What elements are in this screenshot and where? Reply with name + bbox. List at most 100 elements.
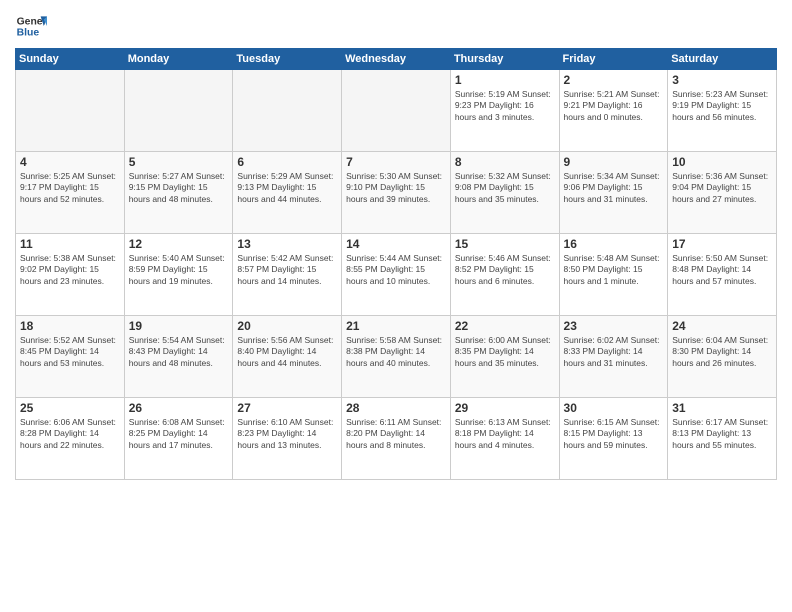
day-number: 19 bbox=[129, 319, 229, 333]
day-number: 24 bbox=[672, 319, 772, 333]
calendar-cell: 11 Sunrise: 5:38 AM Sunset: 9:02 PM Dayli… bbox=[16, 234, 125, 316]
calendar-cell bbox=[124, 70, 233, 152]
calendar-cell: 31 Sunrise: 6:17 AM Sunset: 8:13 PM Dayli… bbox=[668, 398, 777, 480]
day-info: Sunrise: 5:38 AM Sunset: 9:02 PM Dayligh… bbox=[20, 253, 120, 287]
weekday-header-thursday: Thursday bbox=[450, 49, 559, 70]
day-info: Sunrise: 5:54 AM Sunset: 8:43 PM Dayligh… bbox=[129, 335, 229, 369]
day-number: 22 bbox=[455, 319, 555, 333]
day-number: 23 bbox=[564, 319, 664, 333]
day-number: 11 bbox=[20, 237, 120, 251]
calendar-cell: 14Sunrise: 5:44 AM Sunset: 8:55 PM Dayli… bbox=[342, 234, 451, 316]
week-row-5: 25Sunrise: 6:06 AM Sunset: 8:28 PM Dayli… bbox=[16, 398, 777, 480]
weekday-header-saturday: Saturday bbox=[668, 49, 777, 70]
day-info: Sunrise: 6:11 AM Sunset: 8:20 PM Dayligh… bbox=[346, 417, 446, 451]
header: General Blue bbox=[15, 10, 777, 42]
calendar-cell: 19 Sunrise: 5:54 AM Sunset: 8:43 PM Dayli… bbox=[124, 316, 233, 398]
week-row-1: 1Sunrise: 5:19 AM Sunset: 9:23 PM Daylig… bbox=[16, 70, 777, 152]
day-number: 9 bbox=[564, 155, 664, 169]
day-info: Sunrise: 5:58 AM Sunset: 8:38 PM Dayligh… bbox=[346, 335, 446, 369]
day-number: 28 bbox=[346, 401, 446, 415]
day-number: 13 bbox=[237, 237, 337, 251]
weekday-header-wednesday: Wednesday bbox=[342, 49, 451, 70]
day-number: 2 bbox=[564, 73, 664, 87]
logo: General Blue bbox=[15, 10, 47, 42]
day-number: 29 bbox=[455, 401, 555, 415]
calendar-cell: 16Sunrise: 5:48 AM Sunset: 8:50 PM Dayli… bbox=[559, 234, 668, 316]
day-number: 21 bbox=[346, 319, 446, 333]
calendar-cell: 27 Sunrise: 6:10 AM Sunset: 8:23 PM Dayli… bbox=[233, 398, 342, 480]
day-info: Sunrise: 6:04 AM Sunset: 8:30 PM Dayligh… bbox=[672, 335, 772, 369]
day-info: Sunrise: 5:36 AM Sunset: 9:04 PM Dayligh… bbox=[672, 171, 772, 205]
day-info: Sunrise: 5:19 AM Sunset: 9:23 PM Dayligh… bbox=[455, 89, 555, 123]
day-number: 7 bbox=[346, 155, 446, 169]
day-info: Sunrise: 5:40 AM Sunset: 8:59 PM Dayligh… bbox=[129, 253, 229, 287]
day-info: Sunrise: 5:30 AM Sunset: 9:10 PM Dayligh… bbox=[346, 171, 446, 205]
day-info: Sunrise: 6:13 AM Sunset: 8:18 PM Dayligh… bbox=[455, 417, 555, 451]
weekday-header-sunday: Sunday bbox=[16, 49, 125, 70]
day-number: 5 bbox=[129, 155, 229, 169]
day-number: 14 bbox=[346, 237, 446, 251]
calendar-cell: 15Sunrise: 5:46 AM Sunset: 8:52 PM Dayli… bbox=[450, 234, 559, 316]
day-number: 30 bbox=[564, 401, 664, 415]
day-number: 17 bbox=[672, 237, 772, 251]
calendar-cell: 23Sunrise: 6:02 AM Sunset: 8:33 PM Dayli… bbox=[559, 316, 668, 398]
calendar-cell: 28 Sunrise: 6:11 AM Sunset: 8:20 PM Dayli… bbox=[342, 398, 451, 480]
day-info: Sunrise: 6:10 AM Sunset: 8:23 PM Dayligh… bbox=[237, 417, 337, 451]
week-row-4: 18 Sunrise: 5:52 AM Sunset: 8:45 PM Dayli… bbox=[16, 316, 777, 398]
day-info: Sunrise: 5:48 AM Sunset: 8:50 PM Dayligh… bbox=[564, 253, 664, 287]
day-info: Sunrise: 6:00 AM Sunset: 8:35 PM Dayligh… bbox=[455, 335, 555, 369]
weekday-header-row: SundayMondayTuesdayWednesdayThursdayFrid… bbox=[16, 49, 777, 70]
day-info: Sunrise: 5:21 AM Sunset: 9:21 PM Dayligh… bbox=[564, 89, 664, 123]
day-info: Sunrise: 6:06 AM Sunset: 8:28 PM Dayligh… bbox=[20, 417, 120, 451]
week-row-2: 4 Sunrise: 5:25 AM Sunset: 9:17 PM Daylig… bbox=[16, 152, 777, 234]
calendar-cell bbox=[342, 70, 451, 152]
day-info: Sunrise: 6:08 AM Sunset: 8:25 PM Dayligh… bbox=[129, 417, 229, 451]
day-number: 3 bbox=[672, 73, 772, 87]
logo-icon: General Blue bbox=[15, 10, 47, 42]
calendar-cell: 17Sunrise: 5:50 AM Sunset: 8:48 PM Dayli… bbox=[668, 234, 777, 316]
calendar-cell: 13 Sunrise: 5:42 AM Sunset: 8:57 PM Dayli… bbox=[233, 234, 342, 316]
calendar-cell: 30 Sunrise: 6:15 AM Sunset: 8:15 PM Dayli… bbox=[559, 398, 668, 480]
calendar: SundayMondayTuesdayWednesdayThursdayFrid… bbox=[15, 48, 777, 480]
calendar-cell: 7 Sunrise: 5:30 AM Sunset: 9:10 PM Daylig… bbox=[342, 152, 451, 234]
weekday-header-monday: Monday bbox=[124, 49, 233, 70]
day-number: 8 bbox=[455, 155, 555, 169]
calendar-cell bbox=[16, 70, 125, 152]
calendar-cell: 29 Sunrise: 6:13 AM Sunset: 8:18 PM Dayli… bbox=[450, 398, 559, 480]
calendar-cell: 6 Sunrise: 5:29 AM Sunset: 9:13 PM Daylig… bbox=[233, 152, 342, 234]
calendar-cell: 21 Sunrise: 5:58 AM Sunset: 8:38 PM Dayli… bbox=[342, 316, 451, 398]
day-number: 15 bbox=[455, 237, 555, 251]
day-number: 10 bbox=[672, 155, 772, 169]
calendar-cell: 26Sunrise: 6:08 AM Sunset: 8:25 PM Dayli… bbox=[124, 398, 233, 480]
day-info: Sunrise: 6:17 AM Sunset: 8:13 PM Dayligh… bbox=[672, 417, 772, 451]
calendar-cell: 1Sunrise: 5:19 AM Sunset: 9:23 PM Daylig… bbox=[450, 70, 559, 152]
calendar-cell: 3 Sunrise: 5:23 AM Sunset: 9:19 PM Daylig… bbox=[668, 70, 777, 152]
day-number: 4 bbox=[20, 155, 120, 169]
calendar-cell: 12Sunrise: 5:40 AM Sunset: 8:59 PM Dayli… bbox=[124, 234, 233, 316]
day-number: 18 bbox=[20, 319, 120, 333]
day-info: Sunrise: 5:29 AM Sunset: 9:13 PM Dayligh… bbox=[237, 171, 337, 205]
day-info: Sunrise: 5:42 AM Sunset: 8:57 PM Dayligh… bbox=[237, 253, 337, 287]
day-number: 20 bbox=[237, 319, 337, 333]
weekday-header-tuesday: Tuesday bbox=[233, 49, 342, 70]
day-info: Sunrise: 5:56 AM Sunset: 8:40 PM Dayligh… bbox=[237, 335, 337, 369]
day-info: Sunrise: 5:23 AM Sunset: 9:19 PM Dayligh… bbox=[672, 89, 772, 123]
calendar-cell: 5 Sunrise: 5:27 AM Sunset: 9:15 PM Daylig… bbox=[124, 152, 233, 234]
calendar-cell: 20 Sunrise: 5:56 AM Sunset: 8:40 PM Dayli… bbox=[233, 316, 342, 398]
day-info: Sunrise: 5:25 AM Sunset: 9:17 PM Dayligh… bbox=[20, 171, 120, 205]
svg-text:Blue: Blue bbox=[17, 28, 40, 39]
calendar-cell: 25Sunrise: 6:06 AM Sunset: 8:28 PM Dayli… bbox=[16, 398, 125, 480]
calendar-cell: 8 Sunrise: 5:32 AM Sunset: 9:08 PM Daylig… bbox=[450, 152, 559, 234]
calendar-cell: 4 Sunrise: 5:25 AM Sunset: 9:17 PM Daylig… bbox=[16, 152, 125, 234]
day-number: 27 bbox=[237, 401, 337, 415]
day-info: Sunrise: 5:52 AM Sunset: 8:45 PM Dayligh… bbox=[20, 335, 120, 369]
day-info: Sunrise: 5:32 AM Sunset: 9:08 PM Dayligh… bbox=[455, 171, 555, 205]
day-info: Sunrise: 6:15 AM Sunset: 8:15 PM Dayligh… bbox=[564, 417, 664, 451]
day-number: 31 bbox=[672, 401, 772, 415]
calendar-cell: 22 Sunrise: 6:00 AM Sunset: 8:35 PM Dayli… bbox=[450, 316, 559, 398]
calendar-cell: 2 Sunrise: 5:21 AM Sunset: 9:21 PM Daylig… bbox=[559, 70, 668, 152]
day-info: Sunrise: 5:27 AM Sunset: 9:15 PM Dayligh… bbox=[129, 171, 229, 205]
calendar-cell bbox=[233, 70, 342, 152]
day-number: 6 bbox=[237, 155, 337, 169]
calendar-cell: 24 Sunrise: 6:04 AM Sunset: 8:30 PM Dayli… bbox=[668, 316, 777, 398]
